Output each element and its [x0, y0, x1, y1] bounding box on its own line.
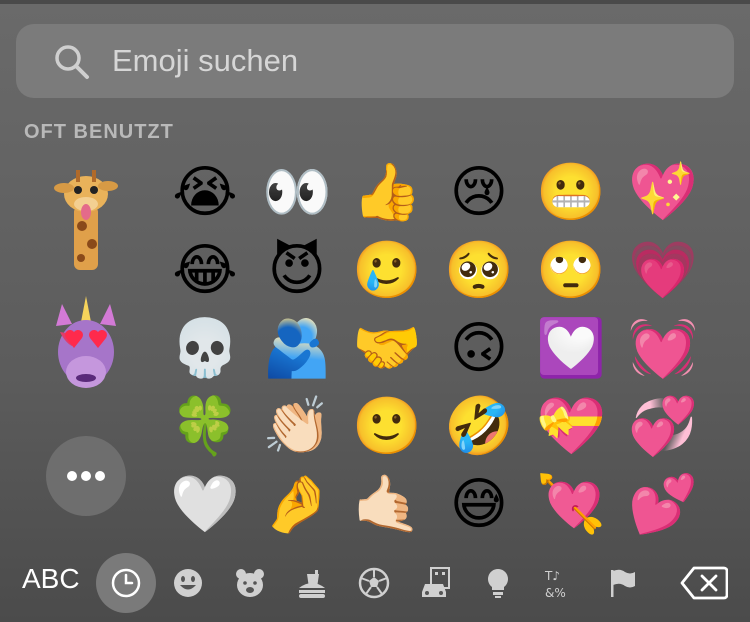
emoji-key[interactable]: 🤙🏻 — [352, 470, 422, 540]
category-objects[interactable] — [468, 553, 528, 613]
emoji-key[interactable]: 😬 — [536, 158, 606, 228]
category-flags[interactable] — [592, 553, 652, 613]
emoji-key[interactable]: 😢 — [444, 158, 514, 228]
svg-text:&%: &% — [545, 586, 566, 600]
emoji-key[interactable]: 🤍 — [170, 470, 240, 540]
emoji-key[interactable]: 😂 — [170, 236, 240, 306]
car-building-icon — [422, 567, 450, 597]
emoji-key[interactable]: 😅 — [444, 470, 514, 540]
emoji-key[interactable]: 🤝 — [352, 314, 422, 384]
emoji-key[interactable]: 🤣 — [444, 392, 514, 462]
giraffe-icon — [54, 170, 118, 270]
category-travel[interactable] — [406, 553, 466, 613]
emoji-key[interactable]: 🫂 — [262, 314, 332, 384]
emoji-key[interactable]: 🙄 — [536, 236, 606, 306]
emoji-key[interactable]: 💝 — [536, 392, 606, 462]
emoji-key[interactable]: 🙃 — [444, 314, 514, 384]
category-activity[interactable] — [344, 553, 404, 613]
emoji-key[interactable]: 💘 — [536, 470, 606, 540]
emoji-key[interactable]: 😈 — [262, 236, 332, 306]
lightbulb-icon — [488, 569, 508, 598]
top-border — [0, 0, 750, 4]
flag-icon — [611, 569, 635, 597]
unicorn-memoji[interactable] — [46, 296, 126, 396]
giraffe-memoji[interactable] — [46, 166, 126, 270]
soccer-ball-icon — [358, 567, 390, 599]
category-symbols[interactable]: T♪ &% — [530, 553, 590, 613]
category-food[interactable] — [282, 553, 342, 613]
section-title-frequently-used: OFT BENUTZT — [24, 121, 174, 143]
emoji-search-field[interactable]: Emoji suchen — [16, 24, 734, 98]
svg-text:T♪: T♪ — [544, 569, 560, 583]
category-recent[interactable] — [96, 553, 156, 613]
emoji-key[interactable]: 😭 — [170, 158, 240, 228]
emoji-key[interactable]: 🥺 — [444, 236, 514, 306]
ellipsis-icon — [67, 471, 105, 481]
emoji-keyboard: Emoji suchen OFT BENUTZT 😭 👀 👍 😢 😬 💖 😂 😈… — [0, 0, 750, 622]
category-smileys[interactable] — [158, 553, 218, 613]
burger-drink-icon — [299, 570, 325, 598]
emoji-key[interactable]: 💖 — [628, 158, 698, 228]
emoji-key[interactable]: 🍀 — [170, 392, 240, 462]
emoji-key[interactable]: 💓 — [628, 314, 698, 384]
clock-icon — [111, 568, 141, 598]
category-toolbar: ABC T♪ &% — [0, 548, 750, 622]
category-animals[interactable] — [220, 553, 280, 613]
search-placeholder: Emoji suchen — [112, 43, 299, 78]
emoji-key[interactable]: 👍 — [352, 158, 422, 228]
abc-keyboard-switch[interactable]: ABC — [22, 563, 80, 595]
symbols-icon: T♪ &% — [544, 569, 566, 600]
emoji-key[interactable]: 🥲 — [352, 236, 422, 306]
emoji-key[interactable]: 🤌 — [262, 470, 332, 540]
emoji-key[interactable]: 💞 — [628, 392, 698, 462]
emoji-key[interactable]: 👀 — [262, 158, 332, 228]
smiley-icon — [174, 569, 202, 597]
emoji-key[interactable]: 💟 — [536, 314, 606, 384]
emoji-key[interactable]: 🙂 — [352, 392, 422, 462]
emoji-key[interactable]: 💀 — [170, 314, 240, 384]
more-memoji-button[interactable] — [46, 436, 126, 516]
emoji-key[interactable]: 💕 — [628, 470, 698, 540]
backspace-icon[interactable] — [680, 566, 728, 600]
bear-icon — [236, 569, 264, 597]
magnifier-icon — [55, 45, 89, 79]
emoji-key[interactable]: 💗 — [628, 236, 698, 306]
emoji-key[interactable]: 👏🏻 — [262, 392, 332, 462]
unicorn-icon — [56, 296, 116, 388]
